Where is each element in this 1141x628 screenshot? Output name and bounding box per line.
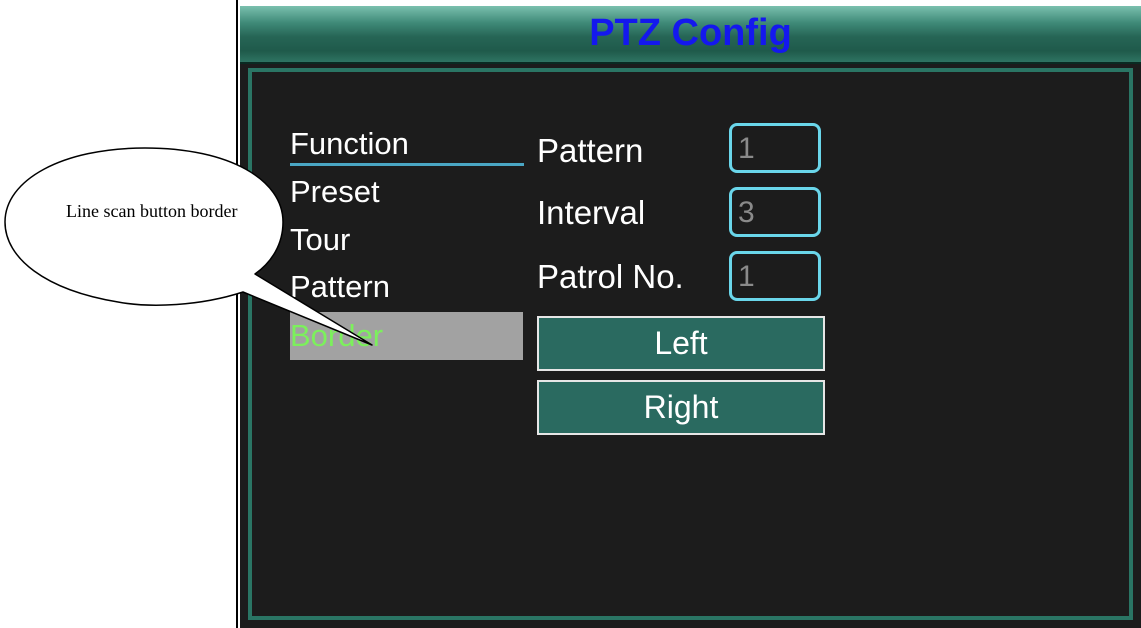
callout-text: Line scan button border: [66, 201, 238, 221]
pattern-input[interactable]: 1: [729, 123, 821, 173]
interval-value: 3: [738, 196, 755, 229]
interval-input[interactable]: 3: [729, 187, 821, 237]
pattern-value: 1: [738, 132, 755, 165]
patrol-no-input[interactable]: 1: [729, 251, 821, 301]
patrol-no-value: 1: [738, 260, 755, 293]
callout-shape: [4, 147, 373, 346]
